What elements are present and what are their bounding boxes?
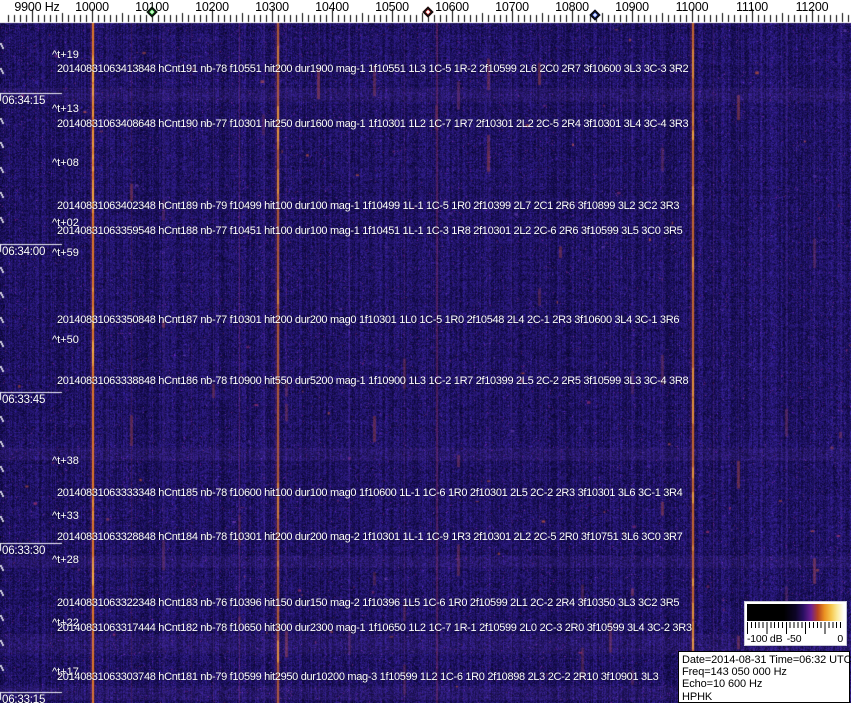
db-label-min: -100 dB — [747, 633, 783, 645]
freq-tick-label: 11200 — [795, 0, 829, 14]
freq-tick-label: 10300 — [255, 0, 289, 14]
detection-t-mark: ^t+28 — [52, 554, 79, 566]
freq-tick-label: 10000 — [75, 0, 109, 14]
time-axis-label: 06:33:45 — [2, 394, 46, 406]
freq-tick-label: 11100 — [736, 0, 768, 14]
db-label-mid: -50 — [786, 633, 802, 645]
detection-log-row: 20140831063303748 hCnt181 nb-79 f10599 h… — [57, 671, 659, 683]
detection-log-row: 20140831063359548 hCnt188 nb-77 f10451 h… — [57, 225, 683, 237]
db-color-scale: -100 dB -50 0 — [744, 601, 847, 646]
detection-t-mark: ^t+59 — [52, 247, 79, 259]
detection-log-row: 20140831063338848 hCnt186 nb-78 f10900 h… — [57, 375, 689, 387]
detection-log-row: 20140831063317444 hCnt182 nb-78 f10650 h… — [57, 622, 692, 634]
freq-tick-label: 9900 Hz — [14, 0, 60, 14]
freq-tick-label: 10200 — [195, 0, 229, 14]
detection-t-mark: ^t+19 — [52, 49, 79, 61]
freq-tick-label: 10700 — [495, 0, 529, 14]
detection-t-mark: ^t+50 — [52, 334, 79, 346]
freq-tick-label: 10400 — [315, 0, 349, 14]
spectrogram-window: 9900 Hz100001010010200103001040010500106… — [0, 0, 851, 703]
status-info-box: Date=2014-08-31 Time=06:32 UTC Freq=143 0… — [678, 651, 851, 703]
info-box-line: Echo=10 600 Hz — [682, 678, 763, 691]
detection-log-row: 20140831063350848 hCnt187 nb-77 f10301 h… — [57, 314, 680, 326]
info-box-line: Date=2014-08-31 Time=06:32 UTC — [682, 654, 851, 666]
detection-log-row: 20140831063328848 hCnt184 nb-78 f10301 h… — [57, 531, 683, 543]
detection-t-mark: ^t+13 — [52, 103, 79, 115]
time-axis-label: 06:33:30 — [2, 545, 46, 557]
info-box-line: HPHK — [682, 690, 713, 703]
freq-tick-label: 11000 — [675, 0, 709, 14]
db-label-max: 0 — [837, 633, 843, 645]
freq-tick-label: 10900 — [615, 0, 649, 14]
detection-log-row: 20140831063402348 hCnt189 nb-79 f10499 h… — [57, 200, 680, 212]
db-scale-labels: -100 dB -50 0 — [747, 633, 844, 646]
detection-log-row: 20140831063408648 hCnt190 nb-77 f10301 h… — [57, 118, 689, 130]
detection-t-mark: ^t+08 — [52, 157, 79, 169]
db-gradient-bar — [747, 604, 844, 621]
time-axis-label: 06:34:15 — [2, 95, 46, 107]
detection-log-row: 20140831063413848 hCnt191 nb-78 f10551 h… — [57, 63, 689, 75]
marker-center-dot — [425, 9, 431, 15]
info-box-line: Freq=143 050 000 Hz — [682, 666, 787, 679]
detection-t-mark: ^t+38 — [52, 455, 79, 467]
time-axis-label: 06:33:15 — [2, 694, 46, 703]
detection-log-row: 20140831063333348 hCnt185 nb-78 f10600 h… — [57, 487, 683, 499]
freq-tick-label: 10500 — [375, 0, 409, 14]
time-axis-label: 06:34:00 — [2, 246, 46, 258]
freq-tick-label: 10800 — [555, 0, 589, 14]
freq-tick-label: 10600 — [435, 0, 469, 14]
marker-center-dot — [149, 9, 155, 15]
marker-center-dot — [592, 12, 597, 18]
detection-log-row: 20140831063322348 hCnt183 nb-76 f10396 h… — [57, 597, 680, 609]
detection-t-mark: ^t+33 — [52, 510, 79, 522]
